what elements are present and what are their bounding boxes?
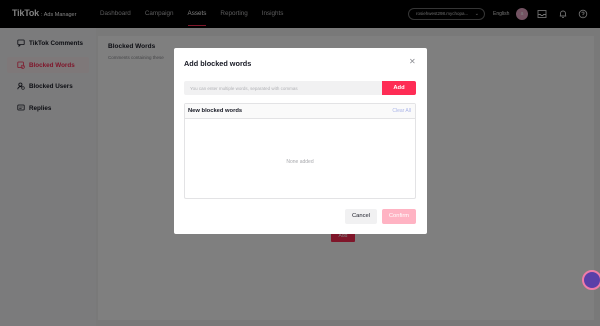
list-header: New blocked words Clear All <box>185 104 415 119</box>
confirm-button[interactable]: Confirm <box>382 209 416 224</box>
add-button[interactable]: Add <box>382 81 416 95</box>
add-blocked-words-dialog: Add blocked words ✕ Add New blocked word… <box>174 48 427 234</box>
empty-state: None added <box>286 159 314 165</box>
cancel-button[interactable]: Cancel <box>345 209 377 224</box>
chat-support-icon[interactable] <box>582 270 600 290</box>
clear-all-link[interactable]: Clear All <box>392 108 411 114</box>
close-icon[interactable]: ✕ <box>409 58 416 66</box>
list-title: New blocked words <box>188 108 243 114</box>
new-blocked-words-list: New blocked words Clear All None added <box>184 103 416 199</box>
blocked-words-input[interactable] <box>184 81 382 95</box>
dialog-title: Add blocked words <box>184 59 252 68</box>
